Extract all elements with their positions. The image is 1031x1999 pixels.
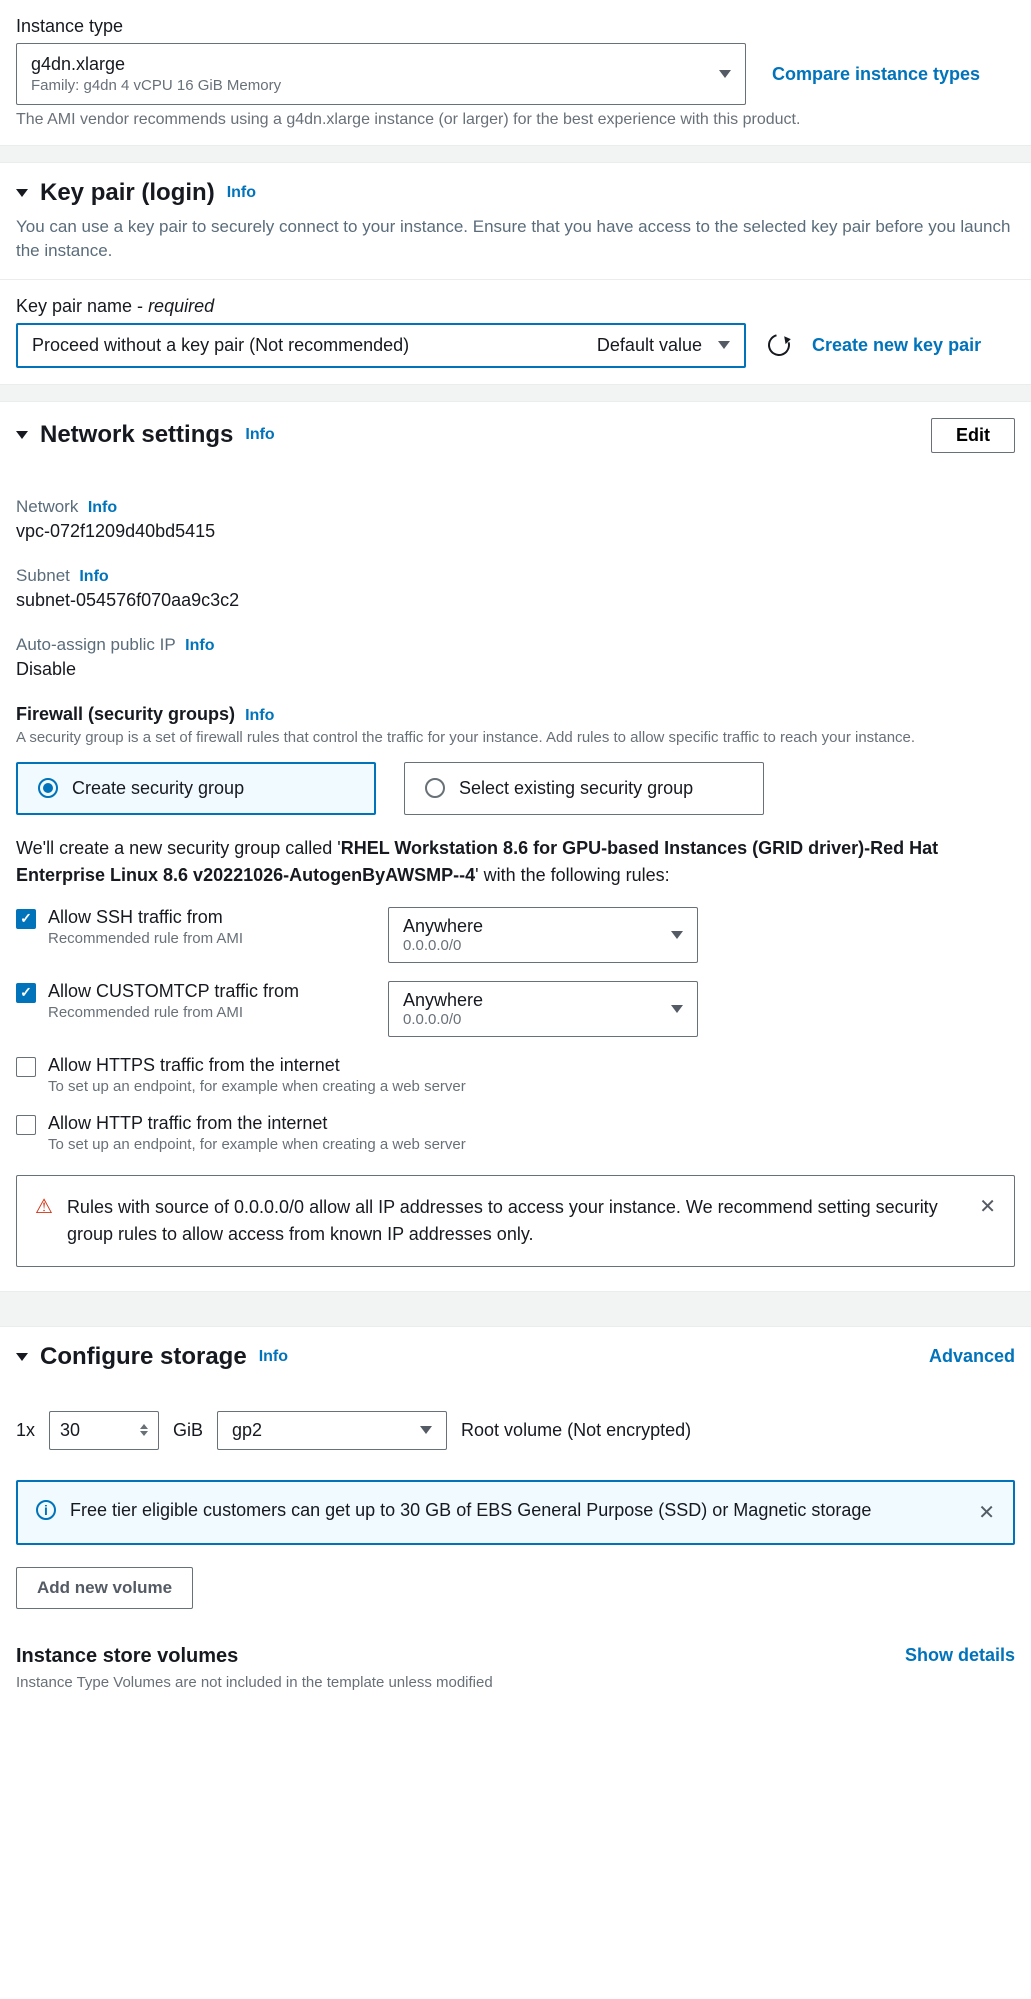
spinner-icon[interactable]	[140, 1424, 148, 1436]
rule-checkbox[interactable]: ✓	[16, 909, 36, 929]
chevron-down-icon	[420, 1426, 432, 1434]
radio-icon	[38, 778, 58, 798]
network-vpc-value: vpc-072f1209d40bd5415	[16, 521, 1015, 542]
keypair-desc: You can use a key pair to securely conne…	[16, 215, 1015, 263]
info-icon: i	[36, 1500, 56, 1520]
firewall-rule-row: Allow HTTPS traffic from the internet To …	[16, 1055, 1015, 1095]
radio-icon	[425, 778, 445, 798]
source-label: Anywhere	[403, 916, 483, 937]
add-volume-button[interactable]: Add new volume	[16, 1567, 193, 1609]
edit-network-button[interactable]: Edit	[931, 418, 1015, 453]
firewall-rule-row: ✓ Allow CUSTOMTCP traffic from Recommended…	[16, 981, 1015, 1037]
firewall-rule-row: Allow HTTP traffic from the internet To s…	[16, 1113, 1015, 1153]
rule-label: Allow CUSTOMTCP traffic from	[48, 981, 348, 1002]
instance-type-details: Family: g4dn 4 vCPU 16 GiB Memory	[31, 77, 281, 94]
publicip-label: Auto-assign public IP	[16, 635, 176, 654]
keypair-info-link[interactable]: Info	[227, 184, 256, 202]
rule-sub: To set up an endpoint, for example when …	[48, 1136, 466, 1153]
select-sg-radio[interactable]: Select existing security group	[404, 762, 764, 815]
network-info-link2[interactable]: Info	[88, 499, 117, 516]
compare-instance-types-link[interactable]: Compare instance types	[772, 64, 980, 85]
rule-checkbox[interactable]	[16, 1057, 36, 1077]
keypair-select-hint: Default value	[597, 335, 702, 356]
radio-select-label: Select existing security group	[459, 778, 693, 799]
create-sg-radio[interactable]: Create security group	[16, 762, 376, 815]
subnet-label: Subnet	[16, 566, 70, 585]
close-icon[interactable]: ✕	[979, 1194, 996, 1219]
storage-info-link[interactable]: Info	[259, 1348, 288, 1366]
collapse-caret-icon[interactable]	[16, 431, 28, 439]
rule-checkbox[interactable]: ✓	[16, 983, 36, 1003]
subnet-info-link[interactable]: Info	[79, 568, 108, 585]
chevron-down-icon	[719, 70, 731, 78]
volume-type-dropdown[interactable]: gp2	[217, 1411, 447, 1450]
storage-unit: GiB	[173, 1420, 203, 1441]
chevron-down-icon	[718, 341, 730, 349]
chevron-down-icon	[671, 931, 683, 939]
advanced-link[interactable]: Advanced	[929, 1346, 1015, 1367]
network-label: Network	[16, 497, 78, 516]
rule-source-select[interactable]: Anywhere0.0.0.0/0	[388, 907, 698, 963]
publicip-value: Disable	[16, 659, 1015, 680]
root-volume-label: Root volume (Not encrypted)	[461, 1420, 691, 1441]
keypair-select[interactable]: Proceed without a key pair (Not recommen…	[16, 323, 746, 368]
rule-source-select[interactable]: Anywhere0.0.0.0/0	[388, 981, 698, 1037]
source-label: Anywhere	[403, 990, 483, 1011]
instance-type-dropdown[interactable]: g4dn.xlarge Family: g4dn 4 vCPU 16 GiB M…	[16, 43, 746, 105]
firewall-rule-row: ✓ Allow SSH traffic from Recommended rule …	[16, 907, 1015, 963]
keypair-title: Key pair (login)	[40, 179, 215, 207]
firewall-desc: A security group is a set of firewall ru…	[16, 727, 1015, 748]
network-info-link[interactable]: Info	[245, 426, 274, 444]
free-tier-alert: i Free tier eligible customers can get u…	[16, 1480, 1015, 1545]
instance-type-hint: The AMI vendor recommends using a g4dn.x…	[16, 111, 1015, 129]
collapse-caret-icon[interactable]	[16, 189, 28, 197]
firewall-label: Firewall (security groups)	[16, 704, 235, 724]
radio-create-label: Create security group	[72, 778, 244, 799]
rule-checkbox[interactable]	[16, 1115, 36, 1135]
warning-alert: ⚠ Rules with source of 0.0.0.0/0 allow a…	[16, 1175, 1015, 1267]
instance-type-label: Instance type	[16, 16, 1015, 37]
rule-label: Allow HTTPS traffic from the internet	[48, 1055, 466, 1076]
firewall-info-link[interactable]: Info	[245, 707, 274, 724]
create-keypair-link[interactable]: Create new key pair	[812, 335, 981, 356]
storage-title: Configure storage	[40, 1343, 247, 1371]
chevron-down-icon	[671, 1005, 683, 1013]
rule-sub: To set up an endpoint, for example when …	[48, 1078, 466, 1095]
rule-sub: Recommended rule from AMI	[48, 1004, 348, 1021]
instance-store-desc: Instance Type Volumes are not included i…	[16, 1674, 493, 1691]
instance-store-title: Instance store volumes	[16, 1645, 493, 1668]
collapse-caret-icon[interactable]	[16, 1353, 28, 1361]
sg-message: We'll create a new security group called…	[16, 835, 1015, 889]
publicip-info-link[interactable]: Info	[185, 637, 214, 654]
free-tier-text: Free tier eligible customers can get up …	[70, 1500, 964, 1521]
rule-label: Allow HTTP traffic from the internet	[48, 1113, 466, 1134]
rule-sub: Recommended rule from AMI	[48, 930, 348, 947]
instance-type-value: g4dn.xlarge	[31, 54, 281, 75]
storage-size-input[interactable]: 30	[49, 1411, 159, 1450]
close-icon[interactable]: ✕	[978, 1500, 995, 1525]
storage-qty-prefix: 1x	[16, 1420, 35, 1441]
rule-label: Allow SSH traffic from	[48, 907, 348, 928]
warning-text: Rules with source of 0.0.0.0/0 allow all…	[67, 1194, 965, 1248]
refresh-icon[interactable]	[764, 330, 794, 360]
keypair-name-label: Key pair name - required	[16, 296, 1015, 317]
warning-icon: ⚠	[35, 1194, 53, 1219]
source-cidr: 0.0.0.0/0	[403, 937, 483, 954]
keypair-select-value: Proceed without a key pair (Not recommen…	[32, 335, 409, 356]
network-title: Network settings	[40, 421, 233, 449]
show-details-link[interactable]: Show details	[905, 1645, 1015, 1666]
subnet-value: subnet-054576f070aa9c3c2	[16, 590, 1015, 611]
source-cidr: 0.0.0.0/0	[403, 1011, 483, 1028]
